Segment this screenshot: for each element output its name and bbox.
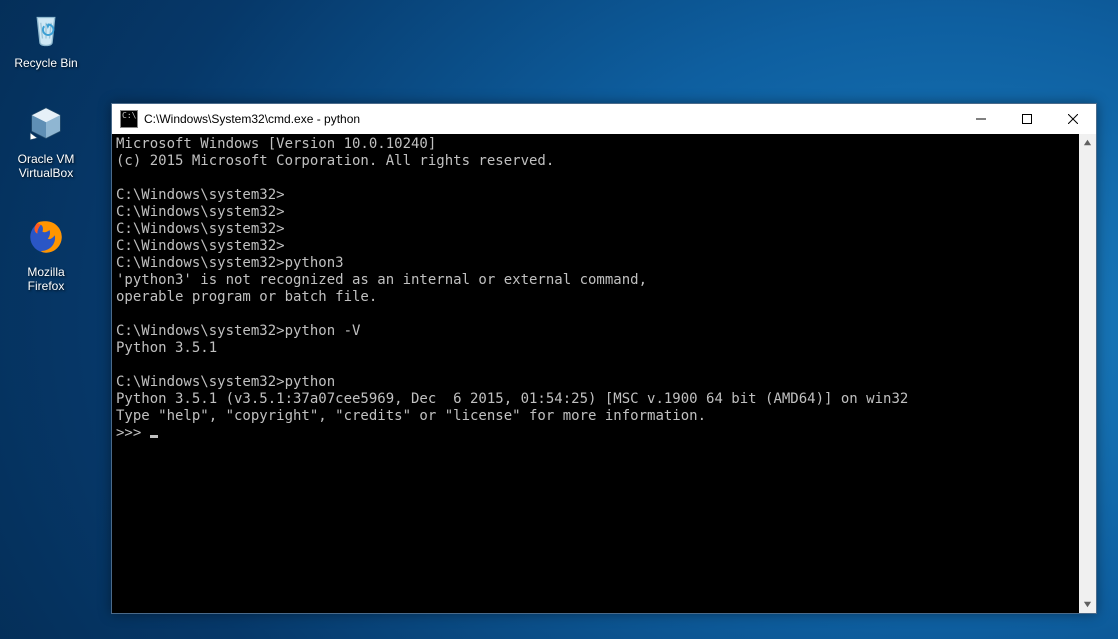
cursor: [150, 435, 158, 438]
desktop-icon-label: Mozilla Firefox: [8, 265, 84, 293]
desktop-icon-label: Oracle VM VirtualBox: [8, 152, 84, 180]
scroll-up-button[interactable]: [1079, 134, 1096, 151]
maximize-button[interactable]: [1004, 104, 1050, 134]
scroll-down-button[interactable]: [1079, 596, 1096, 613]
desktop-icon-firefox[interactable]: Mozilla Firefox: [8, 213, 84, 293]
desktop-icon-recycle-bin[interactable]: Recycle Bin: [8, 4, 84, 70]
cmd-window[interactable]: C:\Windows\System32\cmd.exe - python Mic…: [111, 103, 1097, 614]
virtualbox-icon: [22, 100, 70, 148]
close-button[interactable]: [1050, 104, 1096, 134]
terminal-output[interactable]: Microsoft Windows [Version 10.0.10240] (…: [112, 134, 1079, 613]
minimize-button[interactable]: [958, 104, 1004, 134]
firefox-icon: [22, 213, 70, 261]
cmd-icon: [120, 110, 138, 128]
recycle-bin-icon: [22, 4, 70, 52]
scrollbar[interactable]: [1079, 134, 1096, 613]
titlebar[interactable]: C:\Windows\System32\cmd.exe - python: [112, 104, 1096, 134]
desktop-icon-label: Recycle Bin: [8, 56, 84, 70]
desktop-icon-virtualbox[interactable]: Oracle VM VirtualBox: [8, 100, 84, 180]
window-title: C:\Windows\System32\cmd.exe - python: [144, 112, 360, 126]
